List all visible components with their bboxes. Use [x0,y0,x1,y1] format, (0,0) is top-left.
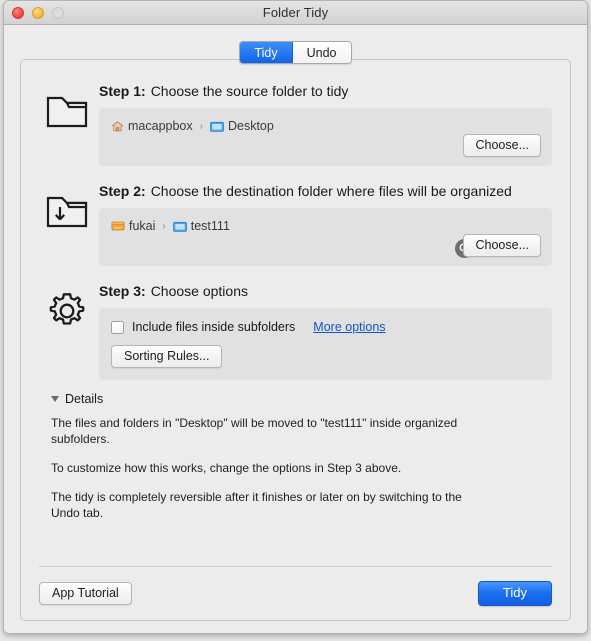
breadcrumb-separator: › [162,220,166,232]
include-subfolders-label: Include files inside subfolders [132,320,296,334]
step-3-label: Choose options [150,283,248,299]
footer: App Tutorial Tidy [39,566,552,606]
destination-folder-panel: fukai › test111 Choose... [99,208,552,266]
app-window: Folder Tidy Tidy Undo Step 1: Choose the… [3,0,588,634]
tab-undo[interactable]: Undo [292,42,351,63]
segmented-control: Tidy Undo [239,41,352,64]
folder-icon [210,120,224,133]
tab-tidy[interactable]: Tidy [240,42,293,63]
drive-icon [111,220,125,232]
step-1-label: Choose the source folder to tidy [150,83,349,99]
step-2-number: Step 2: [99,183,146,199]
breadcrumb-item-desktop[interactable]: Desktop [210,119,274,133]
step-3-body: Step 3: Choose options Include files insi… [95,282,552,380]
step-2-body: Step 2: Choose the destination folder whe… [95,182,552,266]
sorting-rules-button[interactable]: Sorting Rules... [111,345,223,368]
details-disclosure[interactable]: Details [51,392,552,406]
details-paragraph-1: The files and folders in "Desktop" will … [51,416,458,446]
source-folder-panel: macappbox › Desktop Choose... [99,108,552,166]
step-2: Step 2: Choose the destination folder whe… [39,182,552,266]
gear-icon [39,282,95,332]
details-section: Details The files and folders in "Deskto… [39,392,552,521]
step-1-body: Step 1:Choose the source folder to tidy [95,82,552,166]
step-3-number: Step 3: [99,283,146,299]
source-breadcrumb[interactable]: macappbox › Desktop [111,118,540,134]
step-3: Step 3: Choose options Include files insi… [39,282,552,380]
folder-icon [172,220,187,233]
destination-breadcrumb[interactable]: fukai › test111 [111,218,540,234]
step-1-number: Step 1: [99,83,146,99]
chevron-down-icon [51,396,59,402]
main-group-box: Step 1:Choose the source folder to tidy [20,59,571,621]
app-tutorial-button[interactable]: App Tutorial [39,582,132,605]
tidy-button[interactable]: Tidy [477,581,552,606]
breadcrumb-label-desktop: Desktop [227,119,274,133]
breadcrumb-item-fukai[interactable]: fukai [111,219,155,233]
step-1-title: Step 1: Choose the source folder to tidy [99,82,552,100]
options-panel: Include files inside subfolders More opt… [99,308,552,380]
breadcrumb-label-test111: test111 [190,219,230,233]
details-paragraph-2: To customize how this works, change the … [51,461,402,475]
include-subfolders-row: Include files inside subfolders More opt… [111,319,540,335]
more-options-link[interactable]: More options [313,320,385,334]
breadcrumb-label-macappbox: macappbox [128,119,193,133]
breadcrumb-separator: › [199,120,203,132]
details-paragraph-3: The tidy is completely reversible after … [51,490,462,520]
breadcrumb-item-macappbox[interactable]: macappbox [111,119,193,133]
step-2-title: Step 2: Choose the destination folder whe… [99,182,552,200]
home-icon [111,120,124,133]
footer-divider [39,566,552,567]
include-subfolders-checkbox[interactable] [111,320,124,334]
window-title: Folder Tidy [262,5,329,20]
breadcrumb-item-test111[interactable]: test111 [172,219,230,233]
window-content: Tidy Undo Step 1: Choose the source folde… [4,25,587,633]
tab-bar: Tidy Undo [20,25,571,64]
breadcrumb-label-fukai: fukai [129,219,156,233]
step-3-title: Step 3: Choose options [99,282,552,300]
folder-download-icon [39,182,95,232]
destination-choose-button[interactable]: Choose... [463,234,541,257]
title-bar: Folder Tidy [4,1,587,25]
step-1: Step 1:Choose the source folder to tidy [39,82,552,166]
step-2-label: Choose the destination folder where file… [150,183,512,199]
footer-buttons: App Tutorial Tidy [39,581,552,606]
source-choose-button[interactable]: Choose... [463,134,541,157]
details-header-label: Details [65,392,104,406]
folder-outline-icon [39,82,95,130]
